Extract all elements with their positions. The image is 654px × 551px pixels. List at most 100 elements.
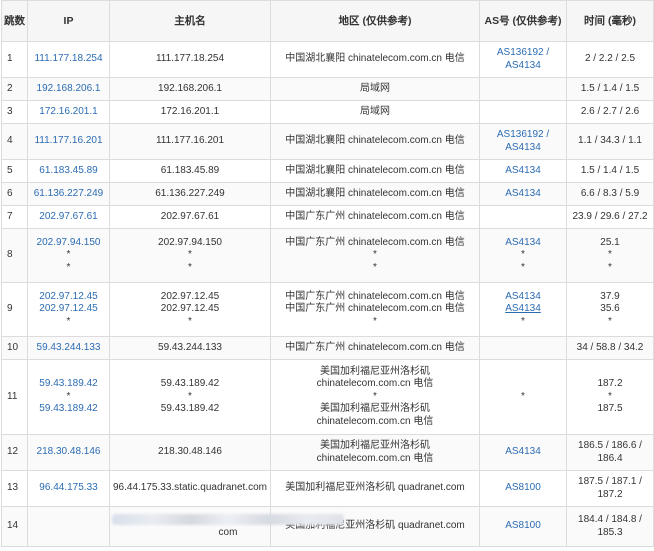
region-cell: 局域网	[270, 100, 480, 124]
hostname-text: 202.97.12.45	[160, 303, 220, 315]
hostname-text: 59.43.189.42	[160, 378, 220, 390]
ip-link[interactable]: 59.43.189.42	[30, 378, 107, 391]
ip-link[interactable]: 61.136.227.249	[30, 188, 107, 201]
asn-cell[interactable]: AS4134	[479, 434, 567, 471]
asn-link[interactable]: AS4134	[482, 165, 564, 178]
region-cell: 中国湖北襄阳 chinatelecom.com.cn 电信	[270, 123, 480, 160]
region-text: *	[373, 249, 377, 261]
ip-cell[interactable]: 192.168.206.1	[27, 77, 110, 101]
asn-cell[interactable]: *	[479, 359, 567, 435]
ip-cell[interactable]: 59.43.244.133	[27, 336, 110, 360]
hostname-cell: 202.97.12.45 202.97.12.45 *	[109, 282, 271, 337]
time-text: 185.3	[597, 526, 623, 538]
table-body: 1 111.177.18.254 111.177.18.254 中国湖北襄阳 chin…	[1, 41, 654, 547]
hostname-text: 61.136.227.249	[155, 187, 225, 199]
asn-link[interactable]: AS136192 /	[482, 129, 564, 142]
ip-link[interactable]: 59.43.189.42	[30, 403, 107, 416]
region-text: 中国湖北襄阳 chinatelecom.com.cn 电信	[285, 187, 465, 199]
hop-cell: 12	[1, 434, 28, 471]
asn-link[interactable]: AS4134	[482, 303, 564, 316]
asn-link[interactable]: AS4134	[482, 188, 564, 201]
table-row: 3 172.16.201.1 172.16.201.1 局域网 2.6 / 2.7 / …	[1, 100, 654, 124]
ip-link[interactable]: 192.168.206.1	[30, 83, 107, 96]
asn-cell[interactable]	[479, 100, 567, 124]
hostname-text: *	[188, 390, 192, 402]
asn-link[interactable]: AS8100	[482, 482, 564, 495]
ip-cell[interactable]: 202.97.12.45 202.97.12.45 *	[27, 282, 110, 337]
hostname-text: com	[218, 526, 238, 538]
ip-link[interactable]: 202.97.67.61	[30, 211, 107, 224]
ip-cell[interactable]: 202.97.67.61	[27, 205, 110, 229]
time-cell: 187.5 / 187.1 /187.2	[566, 470, 654, 507]
ip-cell[interactable]	[27, 506, 110, 547]
hostname-text: *	[188, 315, 192, 327]
time-cell: 34 / 58.8 / 34.2	[566, 336, 654, 360]
ip-cell[interactable]: 218.30.48.146	[27, 434, 110, 471]
ip-cell[interactable]: 111.177.18.254	[27, 41, 110, 78]
region-text: 美国加利福尼亚州洛杉矶 quadranet.com	[285, 482, 465, 494]
ip-cell[interactable]: 202.97.94.150 * *	[27, 228, 110, 283]
ip-link[interactable]: 61.183.45.89	[30, 165, 107, 178]
asn-cell[interactable]: AS4134	[479, 182, 567, 206]
time-text: 2.6 / 2.7 / 2.6	[580, 105, 640, 117]
time-cell: 184.4 / 184.8 /185.3	[566, 506, 654, 547]
table-row: 9 202.97.12.45 202.97.12.45 * 202.97.12.45 20…	[1, 282, 654, 337]
hostname-text: 192.168.206.1	[158, 82, 222, 94]
table-row: 12 218.30.48.146 218.30.48.146 美国加利福尼亚州洛杉矶 c…	[1, 434, 654, 471]
time-text: 35.6	[600, 303, 620, 315]
ip-link[interactable]: 218.30.48.146	[30, 446, 107, 459]
redacted-hostname: com	[112, 513, 344, 539]
asn-cell[interactable]: AS8100	[479, 506, 567, 547]
asn-cell[interactable]	[479, 205, 567, 229]
asn-cell[interactable]: AS136192 /AS4134	[479, 41, 567, 78]
hostname-text: 202.97.67.61	[160, 210, 220, 222]
asn-cell[interactable]: AS4134 AS4134 *	[479, 282, 567, 337]
ip-cell[interactable]: 172.16.201.1	[27, 100, 110, 124]
ip-link[interactable]: 202.97.12.45	[30, 291, 107, 304]
ip-link[interactable]: 59.43.244.133	[30, 342, 107, 355]
region-text: 中国广东广州 chinatelecom.com.cn 电信	[285, 341, 465, 353]
asn-link[interactable]: AS4134	[482, 237, 564, 250]
asn-cell[interactable]	[479, 77, 567, 101]
region-text: chinatelecom.com.cn 电信	[316, 378, 434, 390]
asn-link[interactable]: AS4134	[482, 291, 564, 304]
region-text: 中国湖北襄阳 chinatelecom.com.cn 电信	[285, 135, 465, 147]
time-text: 37.9	[600, 290, 620, 302]
ip-link[interactable]: 111.177.18.254	[30, 53, 107, 66]
ip-cell[interactable]: 96.44.175.33	[27, 470, 110, 507]
asn-cell[interactable]: AS4134 * *	[479, 228, 567, 283]
time-text: 187.5	[597, 403, 623, 415]
time-text: *	[608, 390, 612, 402]
asn-cell[interactable]: AS136192 /AS4134	[479, 123, 567, 160]
region-text: 中国湖北襄阳 chinatelecom.com.cn 电信	[285, 164, 465, 176]
region-cell: 中国湖北襄阳 chinatelecom.com.cn 电信	[270, 41, 480, 78]
ip-link[interactable]: 202.97.12.45	[30, 303, 107, 316]
region-cell: 中国广东广州 chinatelecom.com.cn 电信	[270, 205, 480, 229]
asn-cell[interactable]: AS8100	[479, 470, 567, 507]
asn-cell[interactable]: AS4134	[479, 159, 567, 183]
table-row: 8 202.97.94.150 * * 202.97.94.150 * * 中国广东广州 ch…	[1, 228, 654, 283]
asn-link[interactable]: AS4134	[482, 446, 564, 459]
asn-cell[interactable]	[479, 336, 567, 360]
ip-link: *	[66, 261, 71, 273]
ip-cell[interactable]: 59.43.189.42 * 59.43.189.42	[27, 359, 110, 435]
hop-cell: 10	[1, 336, 28, 360]
ip-link[interactable]: 111.177.16.201	[30, 135, 107, 148]
asn-link[interactable]: AS4134	[482, 142, 564, 155]
time-text: 187.2	[597, 488, 623, 500]
hostname-text: *	[188, 249, 192, 261]
ip-cell[interactable]: 61.183.45.89	[27, 159, 110, 183]
region-text: chinatelecom.com.cn 电信	[316, 452, 434, 464]
time-text: 1.1 / 34.3 / 1.1	[578, 135, 642, 147]
table-row: 4 111.177.16.201 111.177.16.201 中国湖北襄阳 chin…	[1, 123, 654, 160]
ip-link[interactable]: 172.16.201.1	[30, 106, 107, 119]
time-cell: 37.9 35.6 *	[566, 282, 654, 337]
ip-link[interactable]: 96.44.175.33	[30, 482, 107, 495]
asn-link[interactable]: AS136192 /	[482, 47, 564, 60]
ip-link[interactable]: 202.97.94.150	[30, 237, 107, 250]
asn-link[interactable]: AS8100	[482, 520, 564, 533]
time-text: 25.1	[600, 236, 620, 248]
ip-cell[interactable]: 111.177.16.201	[27, 123, 110, 160]
asn-link[interactable]: AS4134	[482, 60, 564, 73]
ip-cell[interactable]: 61.136.227.249	[27, 182, 110, 206]
